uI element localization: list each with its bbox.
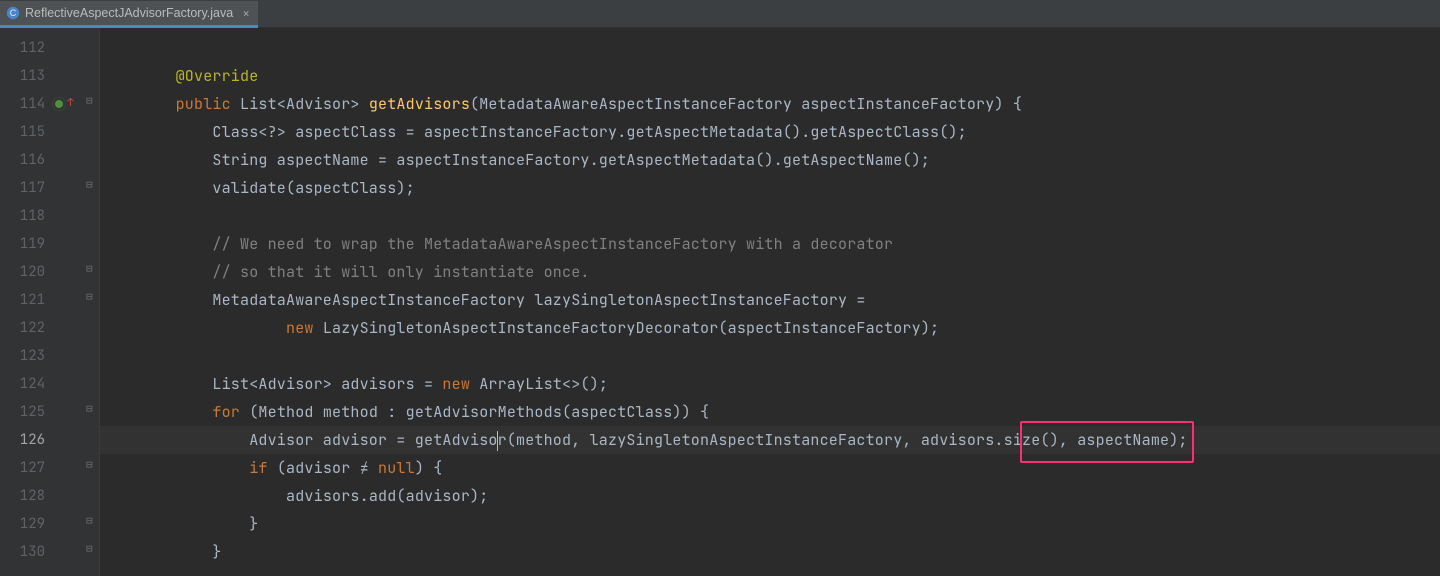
code-line: @Override xyxy=(100,62,1440,90)
code-line: } xyxy=(100,510,1440,538)
code-line: List<Advisor> advisors = new ArrayList<>… xyxy=(100,370,1440,398)
fold-toggle-icon[interactable]: ⊟ xyxy=(86,402,93,416)
fold-end-icon[interactable]: ⊟ xyxy=(86,290,93,304)
line-number: 125 xyxy=(0,398,99,426)
line-number: 122 xyxy=(0,314,99,342)
code-line: public List<Advisor> getAdvisors(Metadat… xyxy=(100,90,1440,118)
line-number: 121 xyxy=(0,286,99,314)
fold-toggle-icon[interactable]: ⊟ xyxy=(86,458,93,472)
line-number: 120 xyxy=(0,258,99,286)
code-line: if (advisor ≠ null) { xyxy=(100,454,1440,482)
code-line: validate(aspectClass); xyxy=(100,174,1440,202)
line-number: 126 xyxy=(0,426,99,454)
code-line: new LazySingletonAspectInstanceFactoryDe… xyxy=(100,314,1440,342)
line-number: 128 xyxy=(0,482,99,510)
line-number: 127 xyxy=(0,454,99,482)
code-line xyxy=(100,342,1440,370)
line-number: 124 xyxy=(0,370,99,398)
code-line: // so that it will only instantiate once… xyxy=(100,258,1440,286)
code-line: Class<?> aspectClass = aspectInstanceFac… xyxy=(100,118,1440,146)
line-number: 129 xyxy=(0,510,99,538)
code-line: MetadataAwareAspectInstanceFactory lazyS… xyxy=(100,286,1440,314)
code-line: advisors.add(advisor); xyxy=(100,482,1440,510)
code-area[interactable]: @Override public List<Advisor> getAdviso… xyxy=(100,28,1440,576)
code-line: } xyxy=(100,538,1440,566)
java-class-icon: C xyxy=(6,6,20,20)
editor-tab[interactable]: C ReflectiveAspectJAdvisorFactory.java × xyxy=(0,1,258,28)
gutter: 112 113 114 115 116 117 118 119 120 121 … xyxy=(0,28,100,576)
tab-title: ReflectiveAspectJAdvisorFactory.java xyxy=(25,6,233,20)
tab-bar: C ReflectiveAspectJAdvisorFactory.java × xyxy=(0,0,1440,28)
fold-end-icon[interactable]: ⊟ xyxy=(86,178,93,192)
line-number: 123 xyxy=(0,342,99,370)
code-line: // We need to wrap the MetadataAwareAspe… xyxy=(100,230,1440,258)
override-marker-icon[interactable] xyxy=(52,97,66,111)
line-number: 116 xyxy=(0,146,99,174)
line-number: 112 xyxy=(0,34,99,62)
code-line xyxy=(100,202,1440,230)
line-number: 118 xyxy=(0,202,99,230)
line-number: 114 xyxy=(0,90,99,118)
fold-toggle-icon[interactable]: ⊟ xyxy=(86,94,93,108)
svg-text:C: C xyxy=(10,8,17,18)
line-number: 117 xyxy=(0,174,99,202)
code-line: String aspectName = aspectInstanceFactor… xyxy=(100,146,1440,174)
code-line-current: Advisor advisor = getAdvisor(method, laz… xyxy=(100,426,1440,454)
code-line: for (Method method : getAdvisorMethods(a… xyxy=(100,398,1440,426)
fold-end-icon[interactable]: ⊟ xyxy=(86,514,93,528)
line-number: 113 xyxy=(0,62,99,90)
line-number: 119 xyxy=(0,230,99,258)
close-icon[interactable]: × xyxy=(242,5,250,22)
line-number: 115 xyxy=(0,118,99,146)
code-line xyxy=(100,34,1440,62)
editor: 112 113 114 115 116 117 118 119 120 121 … xyxy=(0,28,1440,576)
fold-end-icon[interactable]: ⊟ xyxy=(86,542,93,556)
line-number: 130 xyxy=(0,538,99,566)
fold-toggle-icon[interactable]: ⊟ xyxy=(86,262,93,276)
